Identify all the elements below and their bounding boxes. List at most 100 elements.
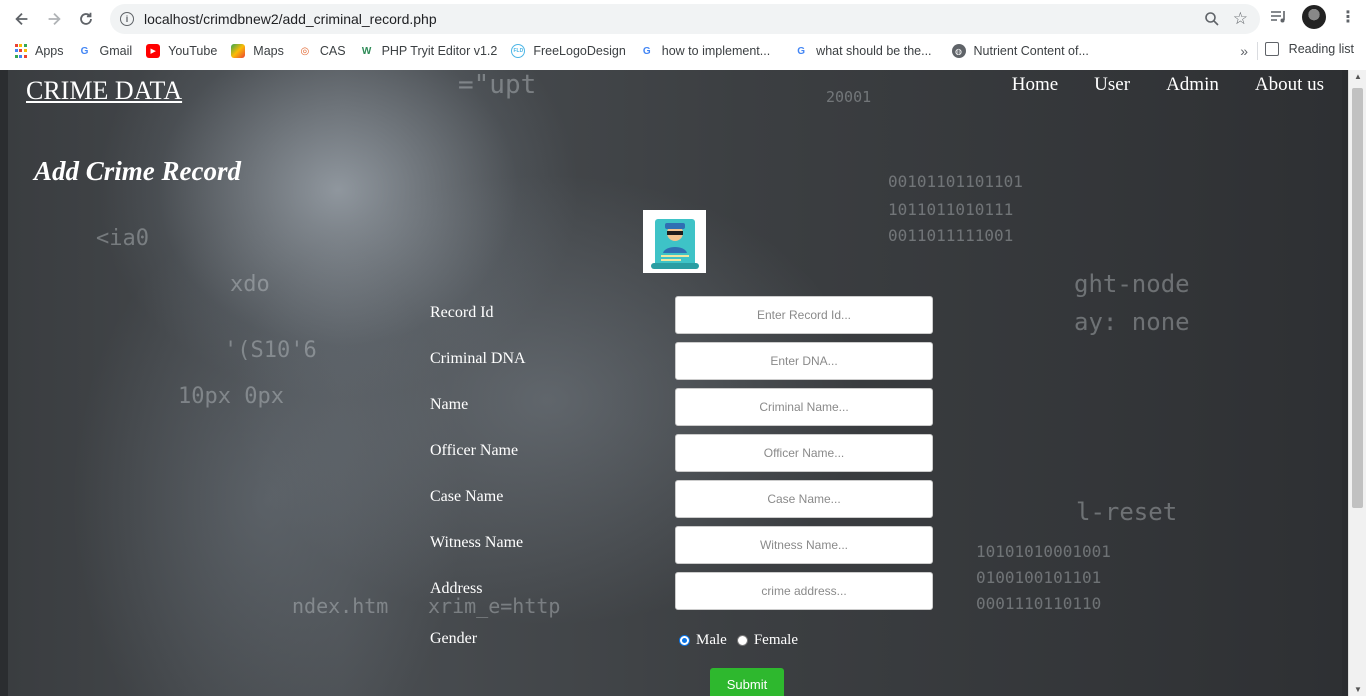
background-code-text: 10101010001001 xyxy=(976,542,1111,561)
bookmark-label: what should be the... xyxy=(816,44,932,58)
zoom-icon[interactable] xyxy=(1204,11,1220,27)
background-code-text: ght-node xyxy=(1074,270,1190,298)
reading-list-label: Reading list xyxy=(1288,42,1354,56)
case-name-input[interactable] xyxy=(675,480,933,518)
record-id-label: Record Id xyxy=(430,304,494,321)
nav-user[interactable]: User xyxy=(1094,74,1130,96)
reload-icon xyxy=(80,12,92,25)
bookmark-how-to-implement[interactable]: G how to implement... xyxy=(640,44,770,58)
form-row-criminal-dna: Criminal DNA xyxy=(430,342,940,382)
bookmark-cas[interactable]: ◎ CAS xyxy=(298,44,346,58)
bookmark-gmail[interactable]: G Gmail xyxy=(78,44,133,58)
freelogodesign-icon: FLD xyxy=(511,44,526,58)
bookmark-label: Nutrient Content of... xyxy=(973,44,1089,58)
gender-radios: Male Female xyxy=(679,632,798,649)
officer-name-input[interactable] xyxy=(675,434,933,472)
bookmarks-separator xyxy=(1257,42,1258,60)
bookmark-label: FreeLogoDesign xyxy=(533,44,626,58)
background-code-text: ay: none xyxy=(1074,308,1190,336)
maps-icon xyxy=(231,44,246,58)
forward-button[interactable] xyxy=(38,3,70,35)
address-input[interactable] xyxy=(675,572,933,610)
profile-avatar[interactable] xyxy=(1302,5,1326,29)
bookmark-nutrient-content[interactable]: ◍ Nutrient Content of... xyxy=(951,44,1089,58)
criminal-name-input[interactable] xyxy=(675,388,933,426)
youtube-icon: ▶ xyxy=(146,44,161,58)
browser-right-tools: ⋮ xyxy=(1270,5,1356,29)
bookmark-label: Apps xyxy=(35,44,64,58)
nav-about-us[interactable]: About us xyxy=(1255,74,1324,96)
criminal-record-icon xyxy=(643,210,706,273)
bookmark-php-tryit[interactable]: W PHP Tryit Editor v1.2 xyxy=(360,44,498,58)
back-button[interactable] xyxy=(6,3,38,35)
form-row-name: Name xyxy=(430,388,940,428)
address-bar[interactable]: i localhost/crimdbnew2/add_criminal_reco… xyxy=(110,4,1260,34)
bookmark-label: CAS xyxy=(319,44,346,58)
bookmark-freelogodesign[interactable]: FLD FreeLogoDesign xyxy=(511,44,626,58)
bookmark-apps[interactable]: Apps xyxy=(14,44,64,58)
scrollbar-thumb[interactable] xyxy=(1352,88,1363,508)
background-code-text: 0001110110110 xyxy=(976,594,1102,613)
address-label: Address xyxy=(430,580,483,597)
google-icon: G xyxy=(642,45,651,57)
menu-kebab-icon[interactable]: ⋮ xyxy=(1340,7,1356,27)
background-code-text: 20001 xyxy=(826,88,872,106)
bookmark-label: YouTube xyxy=(168,44,218,58)
background-code-text: '(S10'6 xyxy=(224,338,317,363)
background-code-text: 1011011010111 xyxy=(888,200,1014,219)
apps-grid-icon xyxy=(14,44,27,58)
gender-female-label[interactable]: Female xyxy=(754,632,798,649)
submit-button[interactable]: Submit xyxy=(710,668,784,696)
gender-label: Gender xyxy=(430,630,478,647)
reading-list-icon xyxy=(1264,42,1279,56)
cas-icon: ◎ xyxy=(300,45,310,57)
page-viewport: ="upt 20001 <ia0 xdo '(S10'6 10px 0px gh… xyxy=(0,70,1366,696)
criminal-dna-input[interactable] xyxy=(675,342,933,380)
site-brand-link[interactable]: CRIME DATA xyxy=(26,76,182,106)
google-icon: G xyxy=(797,45,806,57)
bookmark-star-icon[interactable]: ☆ xyxy=(1233,9,1248,29)
bookmark-label: PHP Tryit Editor v1.2 xyxy=(381,44,498,58)
bookmark-youtube[interactable]: ▶ YouTube xyxy=(146,44,217,58)
form-row-record-id: Record Id xyxy=(430,296,940,336)
site-nav: Home User Admin About us xyxy=(1012,74,1324,96)
bookmark-maps[interactable]: Maps xyxy=(231,44,284,58)
form-row-officer-name: Officer Name xyxy=(430,434,940,474)
reload-button[interactable] xyxy=(70,3,102,35)
bookmarks-overflow-button[interactable]: » xyxy=(1240,43,1248,59)
bookmark-label: Maps xyxy=(253,44,284,58)
witness-name-label: Witness Name xyxy=(430,534,524,551)
browser-toolbar: i localhost/crimdbnew2/add_criminal_reco… xyxy=(0,0,1366,38)
page-title: Add Crime Record xyxy=(34,156,241,186)
witness-name-input[interactable] xyxy=(675,526,933,564)
globe-icon: ◍ xyxy=(951,44,966,58)
bookmark-what-should-be[interactable]: G what should be the... xyxy=(794,44,931,58)
scroll-up-icon[interactable]: ▲ xyxy=(1354,72,1362,81)
arrow-left-icon xyxy=(15,12,28,26)
gender-male-label[interactable]: Male xyxy=(696,632,727,649)
background-code-text: <ia0 xyxy=(96,226,149,251)
bookmark-label: Gmail xyxy=(99,44,133,58)
background-code-text: 0100100101101 xyxy=(976,568,1102,587)
site-info-icon[interactable]: i xyxy=(120,12,134,26)
reading-list-button[interactable]: Reading list xyxy=(1264,42,1354,56)
background-code-text: ="upt xyxy=(458,70,537,100)
background-code-text: 00101101101101 xyxy=(888,172,1023,191)
arrow-right-icon xyxy=(48,12,61,26)
bookmarks-bar: Apps G Gmail ▶ YouTube Maps ◎ CAS W PHP … xyxy=(0,38,1366,64)
officer-name-label: Officer Name xyxy=(430,442,519,459)
gender-female-radio[interactable] xyxy=(736,635,748,646)
media-control-icon[interactable] xyxy=(1270,9,1288,25)
scroll-down-icon[interactable]: ▼ xyxy=(1354,685,1362,694)
w3-icon: W xyxy=(361,45,372,57)
background-code-text: xdo xyxy=(230,272,270,297)
gender-male-radio[interactable] xyxy=(679,635,690,646)
form-row-case-name: Case Name xyxy=(430,480,940,520)
nav-admin[interactable]: Admin xyxy=(1166,74,1219,96)
nav-home[interactable]: Home xyxy=(1012,74,1058,96)
page-scrollbar[interactable]: ▲ ▼ xyxy=(1348,70,1366,696)
google-icon: G xyxy=(80,45,89,57)
record-id-input[interactable] xyxy=(675,296,933,334)
name-label: Name xyxy=(430,396,469,413)
case-name-label: Case Name xyxy=(430,488,504,505)
